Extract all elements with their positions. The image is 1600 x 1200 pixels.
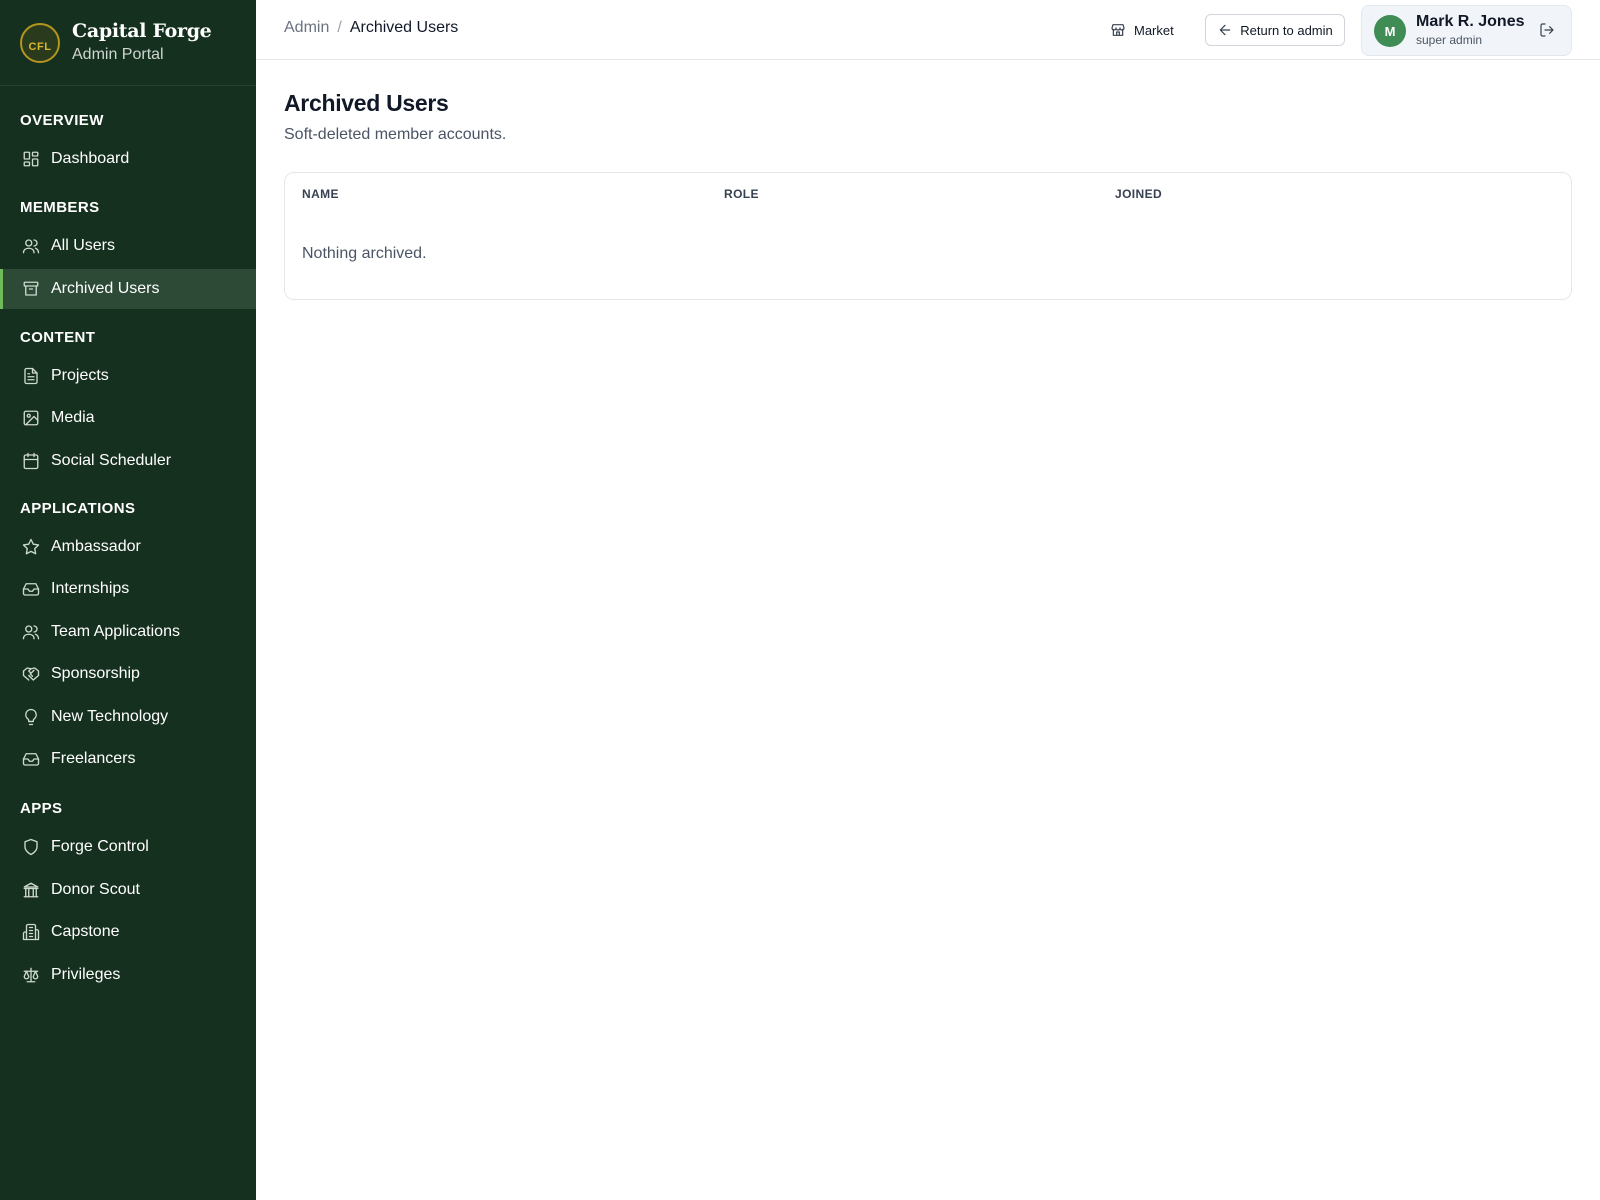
top-header: Admin / Archived Users Market Return to … (256, 0, 1600, 60)
market-label: Market (1134, 22, 1174, 38)
breadcrumb-separator: / (337, 19, 342, 36)
lightbulb-icon (22, 708, 40, 726)
inbox-icon (22, 750, 40, 768)
users-icon (22, 237, 40, 255)
sidebar-item-social-scheduler[interactable]: Social Scheduler (0, 441, 256, 481)
page-title: Archived Users (284, 90, 449, 116)
building-icon (22, 923, 40, 941)
sidebar-item-new-technology[interactable]: New Technology (0, 697, 256, 737)
sidebar-item-sponsorship[interactable]: Sponsorship (0, 654, 256, 694)
sidebar-item-label: Dashboard (51, 150, 130, 167)
empty-state-message: Nothing archived. (302, 245, 427, 262)
sidebar-item-media[interactable]: Media (0, 398, 256, 438)
page-subtitle: Soft-deleted member accounts. (284, 126, 507, 143)
sidebar-item-capstone[interactable]: Capstone (0, 912, 256, 952)
market-button[interactable]: Market (1110, 18, 1174, 42)
section-apps: APPS (20, 800, 63, 817)
sidebar-item-label: Archived Users (51, 280, 160, 297)
logout-icon[interactable] (1539, 22, 1557, 40)
section-content: CONTENT (20, 329, 96, 346)
sidebar-item-ambassador[interactable]: Ambassador (0, 527, 256, 567)
sidebar-item-label: New Technology (51, 708, 169, 725)
sidebar-item-privileges[interactable]: Privileges (0, 955, 256, 995)
breadcrumb-admin-link[interactable]: Admin (284, 19, 329, 37)
sidebar-item-label: Projects (51, 367, 109, 384)
sidebar-item-archived-users[interactable]: Archived Users (0, 269, 256, 309)
bank-icon (22, 881, 40, 899)
return-label: Return to admin (1240, 22, 1333, 38)
sidebar-item-projects[interactable]: Projects (0, 356, 256, 396)
sidebar-item-label: Forge Control (51, 838, 149, 855)
sidebar-item-label: Freelancers (51, 750, 136, 767)
breadcrumb-current: Archived Users (349, 19, 459, 36)
sidebar-item-forge-control[interactable]: Forge Control (0, 827, 256, 867)
sidebar-item-internships[interactable]: Internships (0, 569, 256, 609)
sidebar-item-freelancers[interactable]: Freelancers (0, 739, 256, 779)
user-name: Mark R. Jones (1416, 13, 1525, 30)
archive-icon (22, 280, 40, 298)
sidebar-item-team-applications[interactable]: Team Applications (0, 612, 256, 652)
column-header-joined[interactable]: JOINED (1115, 187, 1162, 201)
shield-icon (22, 838, 40, 856)
sidebar-item-label: Ambassador (51, 538, 141, 555)
section-members: MEMBERS (20, 199, 100, 216)
brand[interactable]: CFL Capital Forge Admin Portal (0, 0, 256, 86)
handshake-icon (22, 665, 40, 683)
capital-forge-logo: CFL (20, 22, 60, 63)
sidebar-item-label: Capstone (51, 923, 120, 940)
user-card[interactable]: M Mark R. Jones super admin (1361, 5, 1572, 56)
sidebar-item-all-users[interactable]: All Users (0, 226, 256, 266)
store-icon (1110, 22, 1126, 38)
sidebar-item-label: Donor Scout (51, 881, 140, 898)
sidebar-item-donor-scout[interactable]: Donor Scout (0, 870, 256, 910)
arrow-left-icon (1217, 22, 1233, 38)
users-icon (22, 623, 40, 641)
calendar-icon (22, 452, 40, 470)
sidebar-item-label: Privileges (51, 966, 121, 983)
sidebar-item-label: Sponsorship (51, 665, 140, 682)
section-applications: APPLICATIONS (20, 500, 136, 517)
sidebar-item-dashboard[interactable]: Dashboard (0, 139, 256, 179)
dashboard-icon (22, 150, 40, 168)
sidebar-item-label: Team Applications (51, 623, 180, 640)
section-overview: OVERVIEW (20, 112, 104, 129)
brand-name: Capital Forge (72, 20, 212, 42)
inbox-icon (22, 580, 40, 598)
sidebar-item-label: Media (51, 409, 95, 426)
archived-users-table: NAME ROLE JOINED Nothing archived. (284, 172, 1572, 300)
return-to-admin-button[interactable]: Return to admin (1205, 14, 1345, 46)
avatar: M (1374, 15, 1406, 47)
sidebar: CFL Capital Forge Admin Portal OVERVIEW … (0, 0, 256, 1200)
user-role: super admin (1416, 33, 1483, 47)
sidebar-item-label: All Users (51, 237, 116, 254)
logo-text: CFL (28, 40, 52, 53)
star-icon (22, 538, 40, 556)
scale-icon (22, 966, 40, 984)
breadcrumb: Admin / Archived Users (284, 19, 458, 37)
brand-subtitle: Admin Portal (72, 46, 164, 63)
sidebar-item-label: Internships (51, 580, 130, 597)
sidebar-item-label: Social Scheduler (51, 452, 172, 469)
image-icon (22, 409, 40, 427)
document-icon (22, 367, 40, 385)
column-header-name[interactable]: NAME (302, 187, 339, 201)
column-header-role[interactable]: ROLE (724, 187, 759, 201)
